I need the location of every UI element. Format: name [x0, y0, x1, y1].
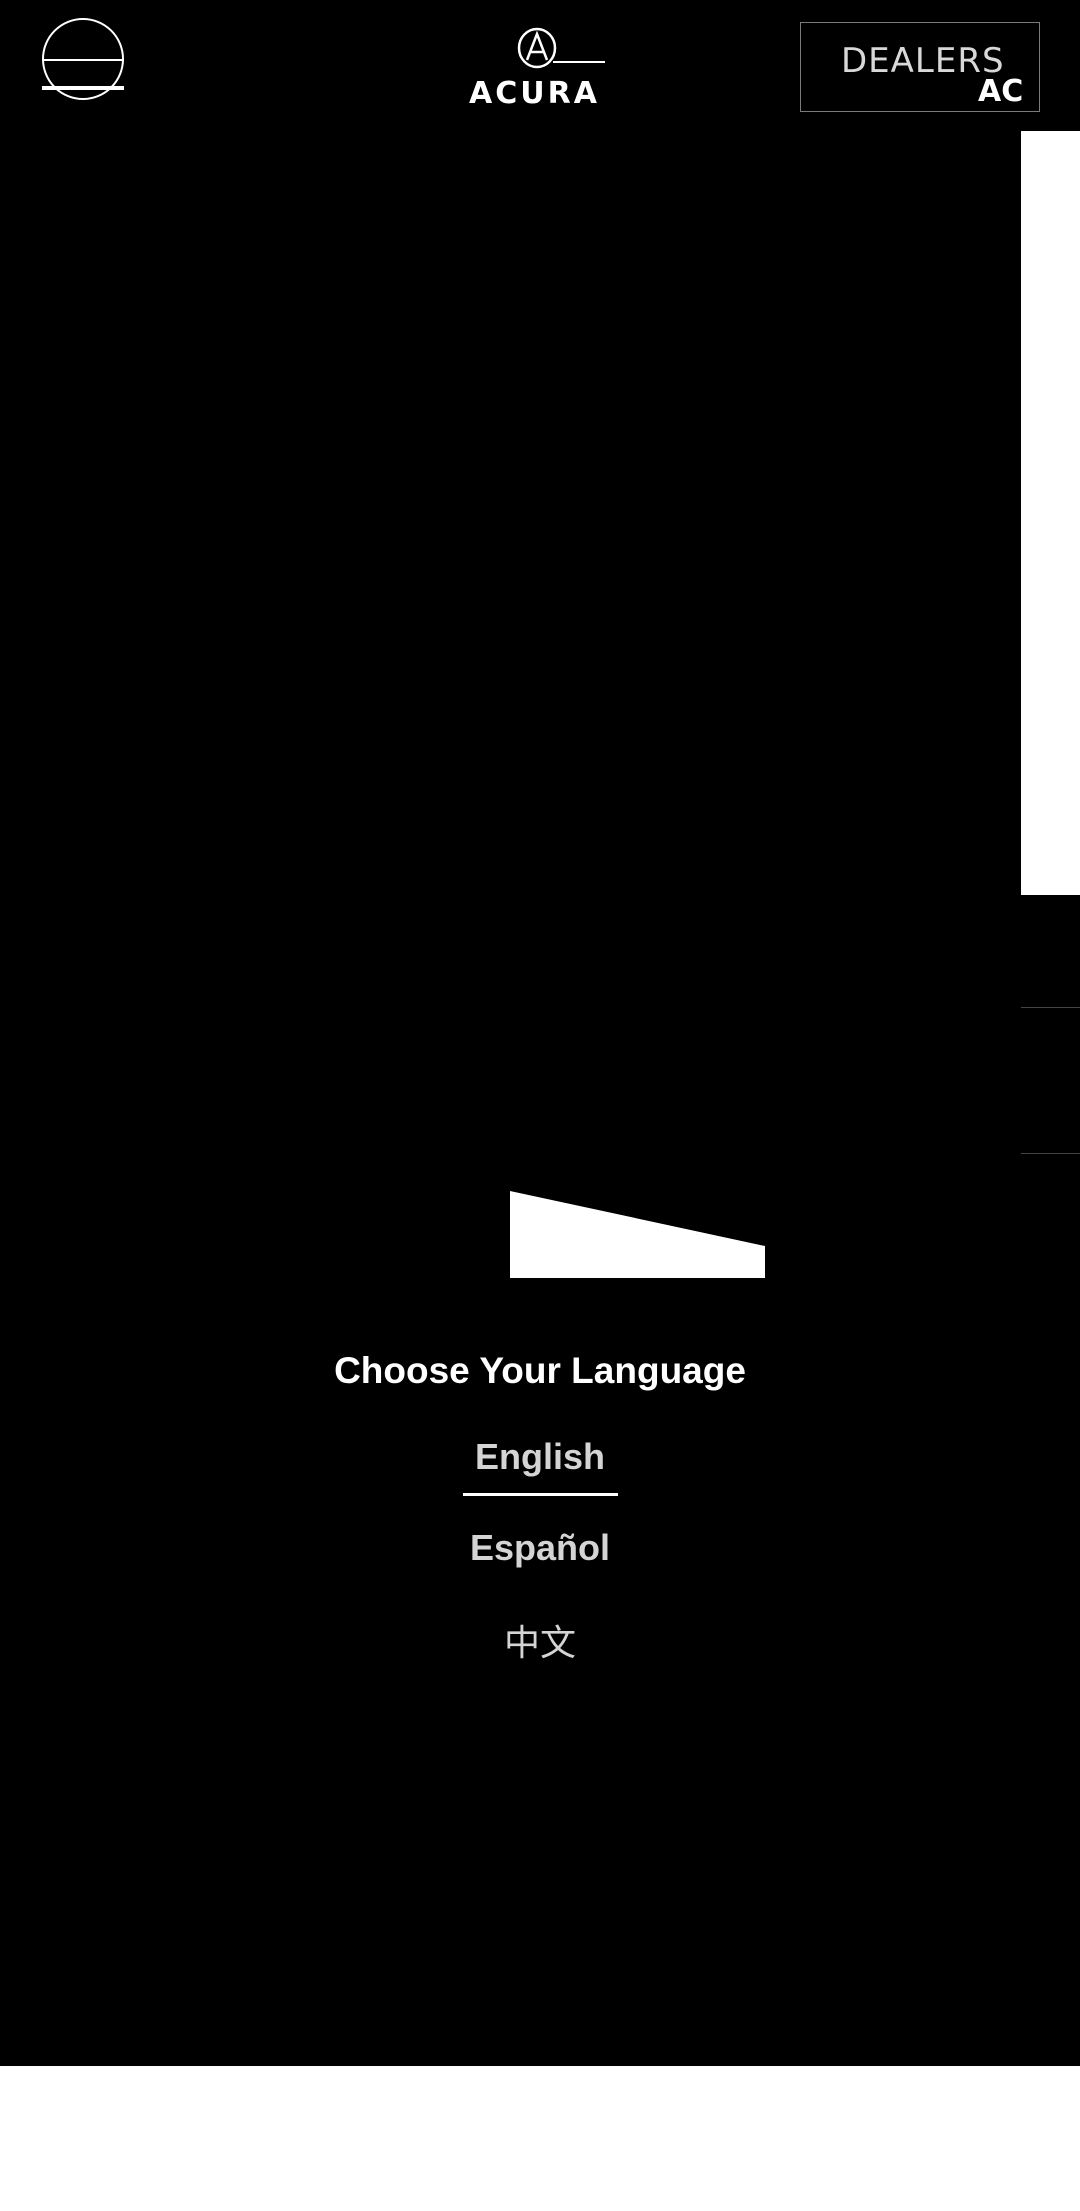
menu-icon-bar-top	[42, 59, 124, 61]
choose-language-heading: Choose Your Language	[334, 1350, 746, 1391]
language-splash-screen: ACURA DEALERS AC Choose Your Language En…	[0, 0, 1080, 2066]
right-edge-divider	[1021, 1007, 1080, 1008]
right-edge-divider	[1021, 1153, 1080, 1154]
loading-wedge-graphic	[510, 1191, 765, 1278]
brand-wordmark: ACURA	[469, 76, 600, 111]
dealers-sub-label: AC	[978, 74, 1024, 109]
menu-button[interactable]	[42, 18, 124, 100]
menu-icon-bar-bottom	[42, 86, 124, 90]
page-footer-area	[0, 2066, 1080, 2211]
language-option-chinese[interactable]: 中文	[0, 1614, 1080, 1666]
right-edge-panel	[1021, 131, 1080, 895]
language-option-english[interactable]: English	[0, 1436, 1080, 1478]
selected-language-underline	[463, 1493, 618, 1496]
language-option-espanol[interactable]: Español	[0, 1527, 1080, 1569]
acura-logo-icon	[517, 27, 605, 69]
brand-logo[interactable]: ACURA	[465, 26, 640, 111]
